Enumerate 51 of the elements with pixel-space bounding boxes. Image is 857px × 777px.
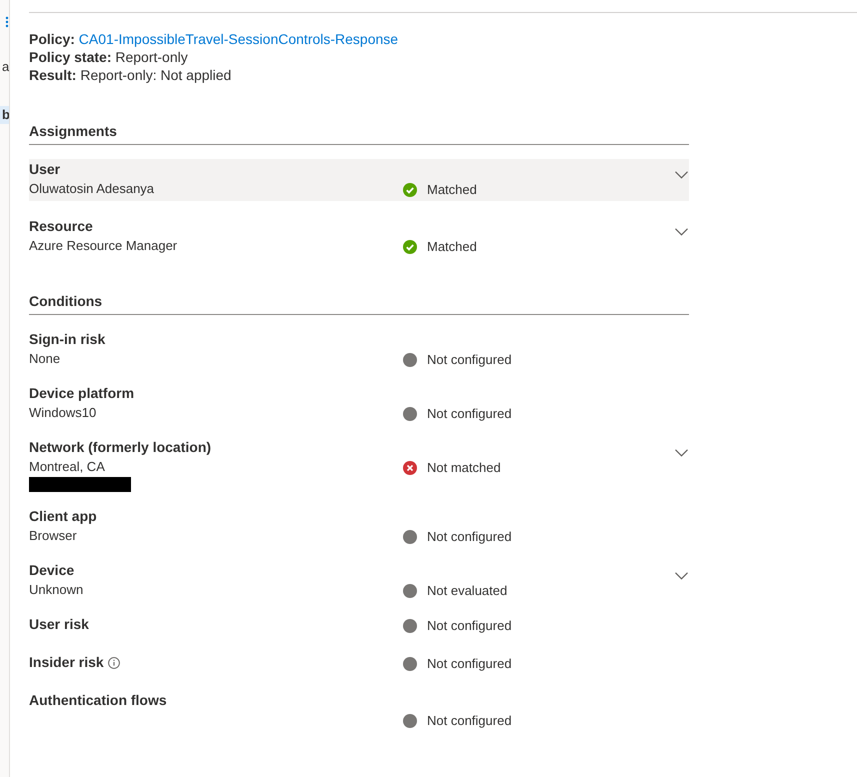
row-label: User <box>29 160 60 179</box>
chevron-down-icon[interactable] <box>675 228 688 236</box>
policy-line: Policy: CA01-ImpossibleTravel-SessionControls-Response <box>29 30 400 48</box>
row-value: Windows10 <box>29 404 98 422</box>
row-label: Authentication flows <box>29 691 167 710</box>
circle-icon <box>403 406 417 420</box>
section-heading: Conditions <box>29 292 689 315</box>
policy-link[interactable]: CA01-ImpossibleTravel-SessionControls-Response <box>78 31 398 47</box>
circle-icon <box>403 530 417 544</box>
status-text: Not configured <box>427 351 512 369</box>
row-label: Device <box>29 561 74 580</box>
status-text: Not configured <box>427 617 512 635</box>
policy-line: Policy state: Report-only <box>29 48 189 66</box>
row-value: Browser <box>29 527 78 545</box>
status-text: Matched <box>427 238 477 256</box>
section-heading: Assignments <box>29 122 689 145</box>
row-label: Client app <box>29 507 97 526</box>
row-label: Resource <box>29 217 93 236</box>
row-label: Insider risk <box>29 653 104 672</box>
info-icon[interactable] <box>108 656 120 668</box>
circle-icon <box>403 352 417 366</box>
check-circle-icon <box>403 182 417 196</box>
circle-icon <box>403 656 417 670</box>
circle-icon <box>403 714 417 728</box>
row-label: Network (formerly location) <box>29 438 212 457</box>
status-text: Not evaluated <box>427 582 508 600</box>
row-value: Montreal, CA <box>29 458 106 476</box>
row-label: Device platform <box>29 384 134 403</box>
chevron-down-icon[interactable] <box>675 171 688 179</box>
policy-line: Result: Report-only: Not applied <box>29 66 232 84</box>
circle-icon <box>403 618 417 632</box>
error-circle-icon <box>403 460 417 474</box>
highlighted-row[interactable]: User Oluwatosin Adesanya Matched <box>29 159 689 201</box>
row-label: Sign-in risk <box>29 330 106 349</box>
row-value: Azure Resource Manager <box>29 237 178 255</box>
row-label: User risk <box>29 615 89 634</box>
status-text: Not configured <box>427 405 512 423</box>
check-circle-icon <box>403 240 417 254</box>
chevron-down-icon[interactable] <box>675 572 688 580</box>
status-text: Not configured <box>427 655 512 673</box>
dots-icon[interactable] <box>5 16 9 28</box>
status-text: Not matched <box>427 459 501 477</box>
circle-icon <box>403 584 417 598</box>
status-text: Matched <box>427 181 477 199</box>
status-text: Not configured <box>427 528 512 546</box>
status-text: Not configured <box>427 712 512 730</box>
row-value: Unknown <box>29 581 84 599</box>
panel-item[interactable]: a <box>0 58 9 76</box>
row-value: None <box>29 350 62 368</box>
row-value: Oluwatosin Adesanya <box>29 180 156 198</box>
chevron-down-icon[interactable] <box>675 449 688 457</box>
